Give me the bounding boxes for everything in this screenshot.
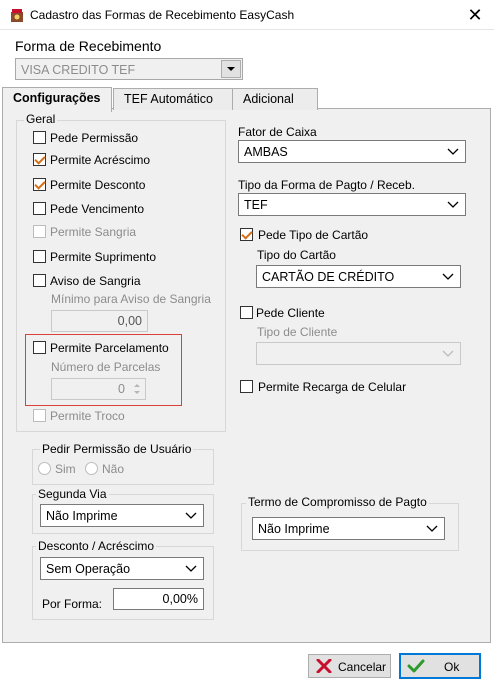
spinner-arrows-icon [134, 384, 140, 394]
nao-radio[interactable] [85, 462, 98, 475]
pede-tipo-cartao-checkbox[interactable] [240, 228, 253, 241]
tipo-forma-select[interactable]: TEF [238, 193, 466, 216]
permite-parcelamento-checkbox[interactable] [33, 341, 46, 354]
por-forma-input[interactable]: 0,00% [113, 588, 204, 610]
cancel-x-icon [316, 659, 332, 673]
tipo-cliente-label: Tipo de Cliente [257, 325, 338, 339]
numero-parcelas-label: Número de Parcelas [51, 360, 161, 374]
permite-desconto-label: Permite Desconto [50, 178, 146, 192]
por-forma-label: Por Forma: [42, 597, 103, 611]
chevron-down-icon [185, 512, 197, 519]
pede-cliente-checkbox[interactable] [240, 306, 253, 319]
termo-title: Termo de Compromisso de Pagto [246, 495, 429, 509]
forma-label: Forma de Recebimento [15, 38, 162, 54]
chevron-down-icon [442, 350, 454, 357]
chevron-down-icon [447, 148, 459, 155]
ok-check-icon [407, 659, 425, 673]
ok-button[interactable]: Ok [399, 653, 481, 679]
desconto-acrescimo-value: Sem Operação [46, 562, 131, 576]
permite-troco-label: Permite Troco [50, 409, 125, 423]
nao-label: Não [102, 462, 125, 476]
tipo-forma-value: TEF [244, 198, 268, 212]
tab-configuracoes[interactable]: Configurações [2, 87, 112, 112]
fator-caixa-label: Fator de Caixa [238, 125, 317, 139]
permite-recarga-checkbox[interactable] [240, 380, 253, 393]
close-icon[interactable]: ✕ [458, 1, 492, 29]
chevron-down-icon [426, 525, 438, 532]
permite-acrescimo-checkbox[interactable] [33, 153, 46, 166]
app-icon [8, 6, 26, 24]
sim-radio[interactable] [38, 462, 51, 475]
pede-permissao-checkbox[interactable] [33, 131, 46, 144]
ok-label: Ok [444, 660, 460, 674]
permite-suprimento-label: Permite Suprimento [50, 250, 157, 264]
sim-label: Sim [55, 462, 76, 476]
chevron-down-icon [447, 201, 459, 208]
segunda-via-select[interactable]: Não Imprime [40, 504, 204, 527]
pede-permissao-label: Pede Permissão [50, 131, 139, 145]
forma-select[interactable]: VISA CREDITO TEF [15, 58, 243, 80]
desconto-acrescimo-select[interactable]: Sem Operação [40, 557, 204, 580]
tipo-cartao-label: Tipo do Cartão [257, 248, 336, 262]
termo-select[interactable]: Não Imprime [252, 517, 445, 540]
permite-suprimento-checkbox[interactable] [33, 250, 46, 263]
chevron-down-icon [227, 67, 235, 71]
permite-recarga-label: Permite Recarga de Celular [258, 380, 407, 394]
permite-troco-checkbox[interactable] [33, 409, 46, 422]
cancel-label: Cancelar [338, 660, 387, 674]
permite-desconto-checkbox[interactable] [33, 178, 46, 191]
parcelas-spinner[interactable] [130, 380, 144, 398]
termo-value: Não Imprime [258, 522, 330, 536]
pede-vencimento-label: Pede Vencimento [50, 202, 145, 216]
permite-parcelamento-label: Permite Parcelamento [50, 341, 169, 355]
permite-acrescimo-label: Permite Acréscimo [50, 153, 151, 167]
permite-sangria-checkbox[interactable] [33, 225, 46, 238]
forma-dropdown-button[interactable] [221, 60, 241, 78]
forma-value: VISA CREDITO TEF [21, 63, 136, 77]
pede-cliente-label: Pede Cliente [256, 306, 325, 320]
segunda-via-title: Segunda Via [36, 487, 109, 501]
pede-tipo-cartao-label: Pede Tipo de Cartão [258, 228, 369, 242]
pedir-permissao-title: Pedir Permissão de Usuário [40, 442, 194, 456]
cancel-button[interactable]: Cancelar [308, 654, 391, 678]
chevron-down-icon [185, 565, 197, 572]
geral-title: Geral [24, 112, 58, 126]
desconto-acrescimo-title: Desconto / Acréscimo [36, 539, 157, 553]
window-title: Cadastro das Formas de Recebimento EasyC… [30, 8, 295, 22]
tipo-cartao-select[interactable]: CARTÃO DE CRÉDITO [256, 265, 461, 288]
tipo-forma-label: Tipo da Forma de Pagto / Receb. [238, 178, 415, 192]
tab-adicional[interactable]: Adicional [232, 88, 318, 110]
pede-vencimento-checkbox[interactable] [33, 202, 46, 215]
minimo-aviso-input[interactable]: 0,00 [51, 310, 148, 332]
tab-tef-automatico[interactable]: TEF Automático [113, 88, 233, 110]
tipo-cliente-select[interactable] [256, 342, 461, 365]
tipo-cartao-value: CARTÃO DE CRÉDITO [262, 270, 395, 284]
chevron-down-icon [442, 273, 454, 280]
segunda-via-value: Não Imprime [46, 509, 118, 523]
aviso-sangria-checkbox[interactable] [33, 274, 46, 287]
minimo-aviso-label: Mínimo para Aviso de Sangria [51, 292, 211, 306]
aviso-sangria-label: Aviso de Sangria [50, 274, 141, 288]
permite-sangria-label: Permite Sangria [50, 225, 137, 239]
fator-caixa-select[interactable]: AMBAS [238, 140, 466, 163]
fator-caixa-value: AMBAS [244, 145, 288, 159]
